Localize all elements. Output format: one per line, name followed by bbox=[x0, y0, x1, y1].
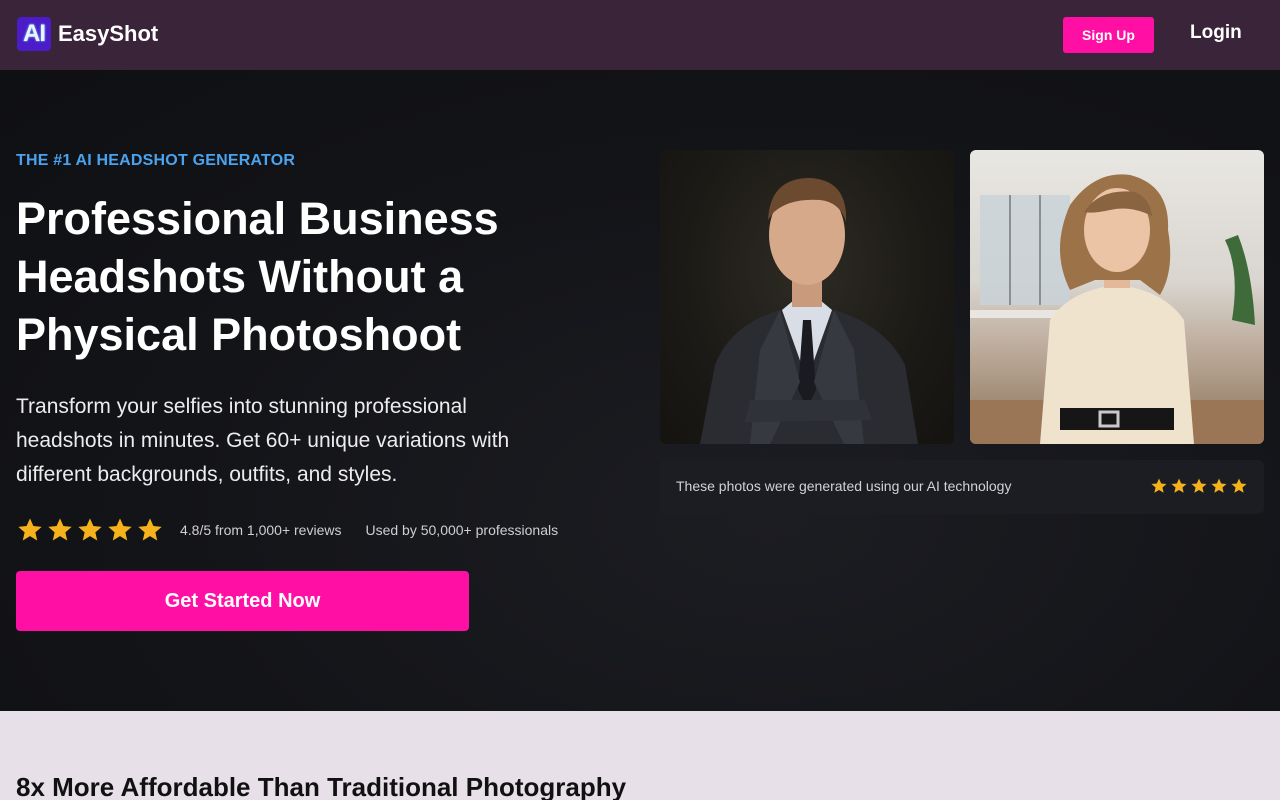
sample-headshot-woman bbox=[970, 150, 1264, 444]
usage-text: Used by 50,000+ professionals bbox=[365, 522, 559, 538]
pricing-teaser-section: 8x More Affordable Than Traditional Phot… bbox=[0, 711, 1280, 800]
star-icon bbox=[1211, 478, 1227, 493]
star-icon bbox=[78, 518, 102, 541]
star-icon bbox=[1191, 478, 1207, 493]
star-icon bbox=[138, 518, 162, 541]
star-icon bbox=[1231, 478, 1247, 493]
hero-subtext: Transform your selfies into stunning pro… bbox=[16, 395, 510, 486]
ai-logo-icon: AI bbox=[17, 17, 51, 51]
login-link[interactable]: Login bbox=[1190, 22, 1242, 44]
sample-headshot-man bbox=[660, 150, 954, 444]
hero-headline: Professional Business Headshots Without … bbox=[16, 193, 499, 360]
woman-headshot-image bbox=[970, 174, 1264, 444]
rating-text: 4.8/5 from 1,000+ reviews bbox=[180, 522, 342, 538]
man-headshot-image bbox=[700, 178, 918, 444]
gallery-caption-box: These photos were generated using our AI… bbox=[660, 460, 1264, 514]
get-started-button[interactable]: Get Started Now bbox=[16, 571, 469, 631]
hero-section: THE #1 AI HEADSHOT GENERATOR Professiona… bbox=[0, 70, 1280, 711]
brand-logo[interactable]: AI EasyShot bbox=[17, 17, 158, 51]
brand-name: EasyShot bbox=[58, 21, 159, 46]
star-icon bbox=[18, 518, 42, 541]
star-icon bbox=[48, 518, 72, 541]
section-title: 8x More Affordable Than Traditional Phot… bbox=[16, 772, 627, 800]
hero-eyebrow: THE #1 AI HEADSHOT GENERATOR bbox=[16, 152, 296, 169]
sign-up-button[interactable]: Sign Up bbox=[1063, 17, 1154, 53]
rating-stars bbox=[16, 516, 164, 544]
top-nav: AI EasyShot Sign Up Login bbox=[0, 0, 1280, 70]
star-icon bbox=[1171, 478, 1187, 493]
caption-stars bbox=[1150, 477, 1248, 495]
star-icon bbox=[108, 518, 132, 541]
star-icon bbox=[1151, 478, 1167, 493]
gallery-caption: These photos were generated using our AI… bbox=[676, 478, 1012, 494]
rating-row: 4.8/5 from 1,000+ reviews Used by 50,000… bbox=[16, 516, 558, 544]
